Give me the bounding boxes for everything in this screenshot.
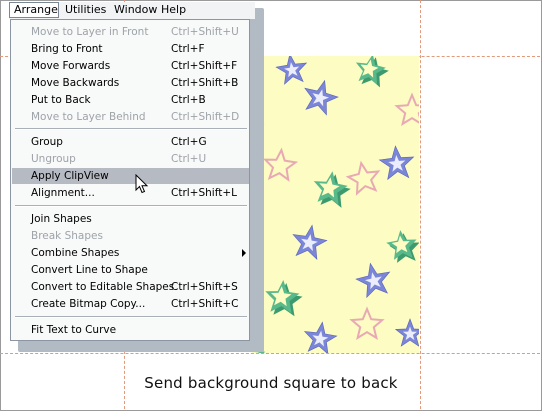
pink-star [349,306,385,341]
green-star [265,280,303,317]
menu-item-label: Break Shapes [31,230,103,242]
menu-separator [15,128,247,130]
blue-star [275,56,308,85]
menu-item-break-shapes[interactable]: Break Shapes [12,228,249,244]
caption: Send background square to back [144,374,398,392]
menu-item-alignment[interactable]: Alignment... Ctrl+Shift+L [12,185,249,201]
menu-item-label: Combine Shapes [31,247,120,259]
menu-item-label: Alignment... [31,187,95,199]
menu-item-bring-to-front[interactable]: Bring to Front Ctrl+F [12,41,249,57]
blue-star [394,318,419,347]
blue-star [304,79,339,116]
menu-item-label: Put to Back [31,94,91,106]
menu-help[interactable]: Help [157,2,191,18]
menu-item-label: Convert Line to Shape [31,264,148,276]
submenu-arrow-icon [242,249,246,257]
menu-item-shortcut: Ctrl+Shift+D [171,111,240,123]
menu-item-shortcut: Ctrl+Shift+F [171,60,238,72]
menu-item-shortcut: Ctrl+Shift+L [171,187,237,199]
menu-item-move-to-layer-behind[interactable]: Move to Layer Behind Ctrl+Shift+D [12,109,249,125]
green-star [386,230,419,263]
menu-item-label: Move to Layer in Front [31,26,149,38]
menu-item-ungroup[interactable]: Ungroup Ctrl+U [12,151,249,167]
menu-item-shortcut: Ctrl+Shift+B [171,77,239,89]
pink-star [394,92,419,127]
blue-star [292,224,328,260]
menu-item-group[interactable]: Group Ctrl+G [12,134,249,150]
blue-star [378,145,415,181]
menu-item-label: Join Shapes [31,213,92,225]
menu-item-shortcut: Ctrl+Shift+S [171,281,238,293]
menubar: Arrange Utilities Window Help [9,2,255,19]
green-star [313,171,351,208]
blue-star [303,321,338,353]
menu-item-fit-text-to-curve[interactable]: Fit Text to Curve [12,322,249,338]
menu-item-convert-line-to-shape[interactable]: Convert Line to Shape [12,262,249,278]
menu-item-combine-shapes[interactable]: Combine Shapes [12,245,249,261]
menu-item-label: Fit Text to Curve [31,324,117,336]
menu-item-move-forwards[interactable]: Move Forwards Ctrl+Shift+F [12,58,249,74]
blue-star [355,262,391,299]
menu-item-label: Create Bitmap Copy... [31,298,146,310]
menu-item-shortcut: Ctrl+Shift+U [171,26,239,38]
menu-item-create-bitmap-copy[interactable]: Create Bitmap Copy... Ctrl+Shift+C [12,296,249,312]
arrange-menu: Move to Layer in Front Ctrl+Shift+U Bring … [10,19,250,341]
star-pattern [252,56,419,353]
menu-item-shortcut: Ctrl+B [171,94,206,106]
pink-star [345,160,381,196]
menu-item-label: Move to Layer Behind [31,111,146,123]
menu-separator [15,316,247,318]
green-star [355,56,389,88]
menu-item-label: Move Backwards [31,77,120,89]
mouse-pointer-icon [135,174,149,194]
menu-window[interactable]: Window [110,2,157,18]
menu-item-apply-clipview[interactable]: Apply ClipView [12,168,249,184]
menu-item-join-shapes[interactable]: Join Shapes [12,211,249,227]
menu-item-convert-to-editable-shapes[interactable]: Convert to Editable Shapes Ctrl+Shift+S [12,279,249,295]
menu-arrange[interactable]: Arrange [9,2,59,18]
menu-item-put-to-back[interactable]: Put to Back Ctrl+B [12,92,249,108]
menu-item-label: Move Forwards [31,60,111,72]
menu-item-move-to-layer-in-front[interactable]: Move to Layer in Front Ctrl+Shift+U [12,24,249,40]
guide-line [0,353,540,354]
menu-item-label: Convert to Editable Shapes [31,281,175,293]
menu-item-shortcut: Ctrl+G [171,136,207,148]
menu-item-label: Ungroup [31,153,76,165]
guide-line [420,0,421,409]
background-square[interactable] [252,56,419,353]
menu-item-shortcut: Ctrl+U [171,153,207,165]
pink-star [262,147,299,182]
menu-separator [15,205,247,207]
menu-item-label: Group [31,136,63,148]
menu-item-label: Bring to Front [31,43,103,55]
menu-item-shortcut: Ctrl+Shift+C [171,298,239,310]
menu-item-label: Apply ClipView [31,170,109,182]
menu-item-move-backwards[interactable]: Move Backwards Ctrl+Shift+B [12,75,249,91]
menu-utilities[interactable]: Utilities [61,2,107,18]
menu-item-shortcut: Ctrl+F [171,43,205,55]
